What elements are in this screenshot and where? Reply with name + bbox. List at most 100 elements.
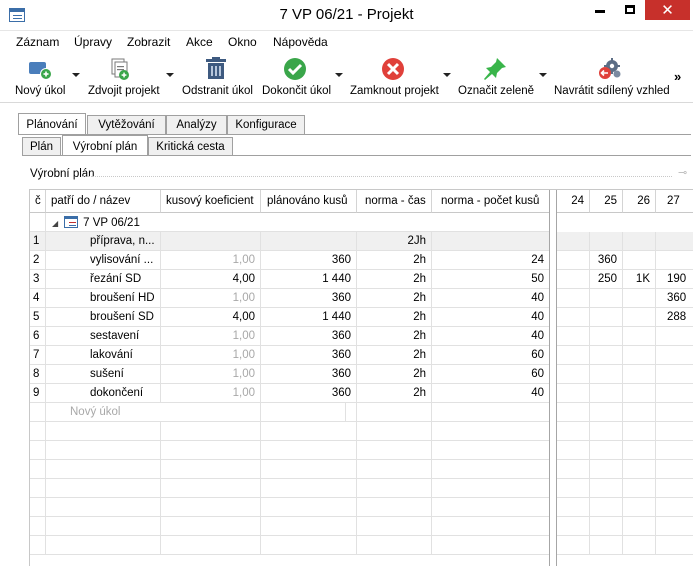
col-header-norm-time[interactable]: norma - čas: [357, 190, 432, 213]
coefficient-cell[interactable]: [161, 441, 261, 460]
coefficient-cell[interactable]: 1,00: [161, 365, 261, 384]
norm-time-cell[interactable]: [357, 498, 432, 517]
day-cell[interactable]: [656, 346, 693, 365]
norm-time-cell[interactable]: 2h: [357, 308, 432, 327]
norm-time-cell[interactable]: [357, 422, 432, 441]
row-number-cell[interactable]: [30, 536, 46, 555]
row-number-cell[interactable]: [30, 460, 46, 479]
col-header-name[interactable]: patří do / název: [46, 190, 161, 213]
day-cell[interactable]: [590, 289, 623, 308]
tab-konfigurace[interactable]: Konfigurace: [227, 115, 305, 135]
task-name-cell[interactable]: broušení SD: [46, 308, 161, 327]
day-cell[interactable]: 190: [656, 270, 693, 289]
day-cell[interactable]: [656, 479, 693, 498]
norm-count-cell[interactable]: 24: [432, 251, 550, 270]
new-task-button[interactable]: Nový úkol: [0, 53, 85, 101]
row-number-cell[interactable]: [30, 403, 46, 422]
col-header-day[interactable]: 24: [557, 190, 590, 213]
col-header-coefficient[interactable]: kusový koeficient: [161, 190, 261, 213]
coefficient-cell[interactable]: 1,00: [161, 346, 261, 365]
menu-okno[interactable]: Okno: [228, 35, 257, 49]
norm-time-cell[interactable]: [357, 479, 432, 498]
day-cell[interactable]: [557, 365, 590, 384]
day-cell[interactable]: [623, 517, 656, 536]
planned-cell[interactable]: [261, 441, 357, 460]
day-cell[interactable]: [656, 384, 693, 403]
norm-time-cell[interactable]: 2h: [357, 384, 432, 403]
planned-cell[interactable]: 360: [261, 327, 357, 346]
menu-upravy[interactable]: Úpravy: [74, 35, 112, 49]
day-cell[interactable]: [623, 289, 656, 308]
day-cell[interactable]: [623, 365, 656, 384]
day-cell[interactable]: [557, 327, 590, 346]
menu-zaznam[interactable]: Záznam: [16, 35, 59, 49]
day-cell[interactable]: [557, 308, 590, 327]
day-cell[interactable]: [557, 346, 590, 365]
task-name-cell[interactable]: [46, 460, 161, 479]
norm-count-cell[interactable]: 50: [432, 270, 550, 289]
row-number-cell[interactable]: 5: [30, 308, 46, 327]
day-cell[interactable]: [557, 441, 590, 460]
col-header-norm-count[interactable]: norma - počet kusů: [432, 190, 550, 213]
norm-count-cell[interactable]: [432, 441, 550, 460]
day-cell[interactable]: [557, 270, 590, 289]
day-cell[interactable]: [623, 384, 656, 403]
collapse-icon[interactable]: ◢: [52, 219, 58, 228]
mark-green-dropdown-icon[interactable]: [539, 73, 547, 77]
complete-task-button[interactable]: Dokončit úkol: [261, 53, 345, 101]
day-cell[interactable]: [656, 365, 693, 384]
day-cell[interactable]: [656, 498, 693, 517]
day-cell[interactable]: [623, 460, 656, 479]
maximize-button[interactable]: [615, 0, 645, 20]
col-header-day[interactable]: 27: [656, 190, 693, 213]
day-cell[interactable]: [557, 517, 590, 536]
norm-count-cell[interactable]: [432, 536, 550, 555]
duplicate-project-dropdown-icon[interactable]: [166, 73, 174, 77]
day-cell[interactable]: [623, 441, 656, 460]
close-button[interactable]: ✕: [645, 0, 690, 20]
norm-time-cell[interactable]: [357, 536, 432, 555]
day-cell[interactable]: [623, 498, 656, 517]
day-cell[interactable]: [623, 232, 656, 251]
task-name-cell[interactable]: [46, 479, 161, 498]
day-cell[interactable]: [590, 460, 623, 479]
day-cell[interactable]: [623, 308, 656, 327]
norm-time-cell[interactable]: 2h: [357, 346, 432, 365]
tab-kriticka-cesta[interactable]: Kritická cesta: [148, 137, 233, 156]
day-cell[interactable]: 360: [590, 251, 623, 270]
norm-time-cell[interactable]: 2h: [357, 289, 432, 308]
menu-zobrazit[interactable]: Zobrazit: [127, 35, 170, 49]
coefficient-cell[interactable]: [161, 536, 261, 555]
new-task-dropdown-icon[interactable]: [72, 73, 80, 77]
row-number-cell[interactable]: 3: [30, 270, 46, 289]
restore-shared-view-button[interactable]: Navrátit sdílený vzhled: [553, 53, 670, 101]
norm-count-cell[interactable]: [432, 479, 550, 498]
day-cell[interactable]: [623, 346, 656, 365]
norm-time-cell[interactable]: 2Jh: [357, 232, 432, 251]
coefficient-cell[interactable]: 4,00: [161, 270, 261, 289]
task-name-cell[interactable]: [46, 536, 161, 555]
coefficient-cell[interactable]: [161, 479, 261, 498]
norm-count-cell[interactable]: 60: [432, 365, 550, 384]
tab-vytezovani[interactable]: Vytěžování: [87, 115, 166, 135]
task-name-cell[interactable]: sušení: [46, 365, 161, 384]
col-header-planned[interactable]: plánováno kusů: [261, 190, 357, 213]
row-number-cell[interactable]: 9: [30, 384, 46, 403]
task-name-cell[interactable]: řezání SD: [46, 270, 161, 289]
day-cell[interactable]: [590, 536, 623, 555]
task-name-cell[interactable]: [46, 517, 161, 536]
planned-cell[interactable]: 360: [261, 346, 357, 365]
day-cell[interactable]: [623, 536, 656, 555]
row-number-cell[interactable]: [30, 517, 46, 536]
norm-time-cell[interactable]: [357, 517, 432, 536]
menu-akce[interactable]: Akce: [186, 35, 213, 49]
pin-icon[interactable]: ⊸: [678, 166, 687, 179]
coefficient-cell[interactable]: [161, 232, 261, 251]
day-cell[interactable]: [557, 384, 590, 403]
norm-count-cell[interactable]: [432, 403, 550, 422]
project-row[interactable]: ◢ 7 VP 06/21: [46, 213, 550, 232]
norm-time-cell[interactable]: 2h: [357, 251, 432, 270]
coefficient-cell[interactable]: 1,00: [161, 289, 261, 308]
row-number-cell[interactable]: 6: [30, 327, 46, 346]
day-cell[interactable]: [590, 441, 623, 460]
